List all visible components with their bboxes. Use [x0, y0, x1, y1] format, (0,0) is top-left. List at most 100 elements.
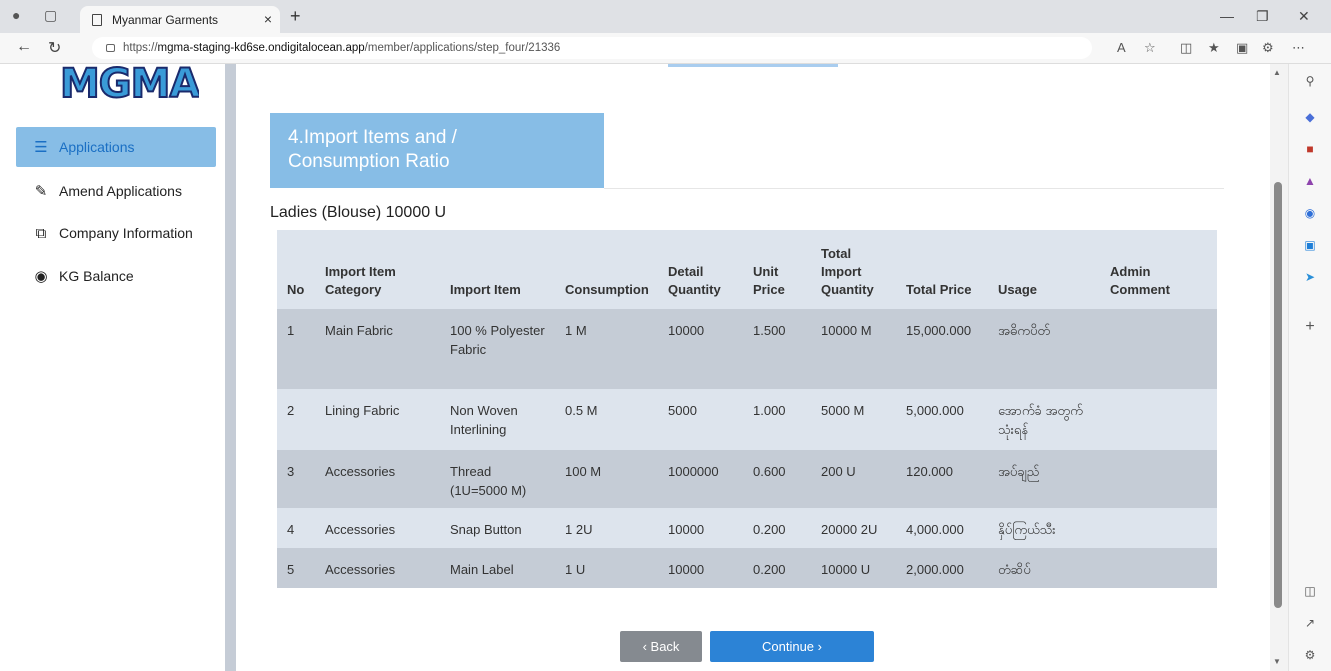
cell-consumption: 0.5 M [555, 389, 658, 450]
cell-usage: အောက်ခံ အတွက်သုံးရန် [988, 389, 1100, 450]
product-heading: Ladies (Blouse) 10000 U [270, 204, 447, 221]
sidebar-item-label: Amend Applications [59, 183, 182, 199]
window-close-icon[interactable]: ✕ [1298, 8, 1310, 25]
pencil-icon: ✎ [34, 183, 48, 200]
cell-item: Non Woven Interlining [440, 389, 555, 450]
table-row: 4 Accessories Snap Button 1 2U 10000 0.2… [277, 508, 1217, 548]
cell-no: 1 [277, 309, 315, 389]
page-icon [92, 13, 102, 26]
cell-item: 100 % Polyester Fabric [440, 309, 555, 389]
cell-unit-price: 1.000 [743, 389, 811, 450]
sidebar-item-label: Company Information [59, 225, 193, 241]
table-header-row: No Import Item Category Import Item Cons… [277, 230, 1217, 309]
header-total-price: Total Price [896, 230, 988, 309]
sidebar-divider [225, 64, 236, 671]
cell-unit-price: 0.200 [743, 508, 811, 548]
settings-icon[interactable]: ⚙ [1303, 648, 1317, 662]
balance-icon: ◉ [34, 268, 48, 285]
cell-consumption: 1 M [555, 309, 658, 389]
search-icon[interactable]: ⚲ [1303, 74, 1317, 88]
browser-sidebar: ⚲ ◆ ■ ▲ ◉ ▣ ➤ + ◫ ↗ ⚙ [1288, 64, 1331, 671]
sidebar-toggle-icon[interactable]: ◫ [1303, 584, 1317, 598]
sidebar-item-applications[interactable]: ☰ Applications [16, 127, 216, 167]
sidebar-item-company-information[interactable]: ⧉ Company Information [16, 213, 216, 253]
step-divider [604, 188, 1224, 189]
sidebar-item-kg-balance[interactable]: ◉ KG Balance [16, 256, 216, 296]
extensions-icon[interactable]: ⚙ [1262, 40, 1274, 56]
shopping-tag-icon[interactable]: ◆ [1303, 110, 1317, 124]
scrollbar-thumb[interactable] [1274, 182, 1282, 608]
cell-admin-comment [1100, 508, 1217, 548]
header-detail-quantity: Detail Quantity [658, 230, 743, 309]
header-import-item-category: Import Item Category [315, 230, 440, 309]
import-items-table: No Import Item Category Import Item Cons… [277, 230, 1217, 588]
refresh-icon[interactable]: ↻ [48, 38, 61, 58]
cell-detail-quantity: 5000 [658, 389, 743, 450]
cell-admin-comment [1100, 309, 1217, 389]
cell-total-import-quantity: 200 U [811, 450, 896, 508]
cell-no: 3 [277, 450, 315, 508]
cell-total-import-quantity: 20000 2U [811, 508, 896, 548]
scroll-up-icon[interactable]: ▲ [1273, 68, 1281, 77]
cell-category: Main Fabric [315, 309, 440, 389]
outlook-icon[interactable]: ▣ [1303, 238, 1317, 252]
progress-stub [668, 64, 838, 67]
cell-usage: အဓိကပိတ် [988, 309, 1100, 389]
favorite-star-icon[interactable]: ☆ [1144, 40, 1156, 56]
header-total-import-quantity: Total Import Quantity [811, 230, 896, 309]
external-link-icon[interactable]: ↗ [1303, 616, 1317, 630]
mgma-logo: MGMA [60, 64, 200, 102]
header-usage: Usage [988, 230, 1100, 309]
cell-usage: တံဆိပ် [988, 548, 1100, 588]
sidebar-item-amend-applications[interactable]: ✎ Amend Applications [16, 171, 216, 211]
continue-button[interactable]: Continue › [710, 631, 874, 662]
cell-category: Accessories [315, 450, 440, 508]
send-icon[interactable]: ➤ [1303, 270, 1317, 284]
cell-item: Thread (1U=5000 M) [440, 450, 555, 508]
sidebar-item-label: KG Balance [59, 268, 134, 284]
cell-detail-quantity: 10000 [658, 548, 743, 588]
more-menu-icon[interactable]: ⋯ [1292, 40, 1305, 56]
office-icon[interactable]: ◉ [1303, 206, 1317, 220]
profile-icon[interactable]: ● [12, 7, 20, 23]
split-screen-icon[interactable]: ◫ [1180, 40, 1192, 56]
browser-tab[interactable]: Myanmar Garments × [80, 6, 280, 33]
url-path: /member/applications/step_four/21336 [364, 42, 561, 54]
url-field[interactable]: https://mgma-staging-kd6se.ondigitalocea… [92, 37, 1092, 59]
cell-consumption: 1 2U [555, 508, 658, 548]
browser-tab-bar: ● ▢ Myanmar Garments × + — ❐ ✕ [0, 0, 1331, 33]
new-tab-button[interactable]: + [290, 6, 301, 27]
tab-actions-icon[interactable]: ▢ [44, 7, 57, 24]
read-aloud-icon[interactable]: A [1117, 40, 1126, 55]
add-tool-icon[interactable]: + [1303, 319, 1317, 335]
cell-item: Main Label [440, 548, 555, 588]
minimize-icon[interactable]: — [1220, 8, 1234, 24]
cell-total-import-quantity: 5000 M [811, 389, 896, 450]
cell-consumption: 1 U [555, 548, 658, 588]
table-row: 2 Lining Fabric Non Woven Interlining 0.… [277, 389, 1217, 450]
collections-icon[interactable]: ▣ [1236, 40, 1248, 56]
scroll-down-icon[interactable]: ▼ [1273, 657, 1281, 666]
step-title-line1: 4.Import Items and / [288, 127, 457, 148]
cell-no: 4 [277, 508, 315, 548]
cell-unit-price: 0.200 [743, 548, 811, 588]
table-row: 3 Accessories Thread (1U=5000 M) 100 M 1… [277, 450, 1217, 508]
header-admin-comment: Admin Comment [1100, 230, 1217, 309]
cell-usage: နှိပ်ကြယ်သီး [988, 508, 1100, 548]
cell-unit-price: 0.600 [743, 450, 811, 508]
cell-total-import-quantity: 10000 U [811, 548, 896, 588]
tools-icon[interactable]: ■ [1303, 142, 1317, 156]
cell-total-import-quantity: 10000 M [811, 309, 896, 389]
restore-icon[interactable]: ❐ [1256, 8, 1269, 25]
cell-consumption: 100 M [555, 450, 658, 508]
back-button[interactable]: ‹ Back [620, 631, 702, 662]
step-title-box: 4.Import Items and / Consumption Ratio [270, 113, 604, 188]
back-nav-icon[interactable]: ← [16, 38, 32, 56]
table-row: 5 Accessories Main Label 1 U 10000 0.200… [277, 548, 1217, 588]
cell-category: Accessories [315, 548, 440, 588]
tab-close-icon[interactable]: × [264, 11, 272, 27]
favorites-icon[interactable]: ★ [1208, 40, 1220, 56]
header-consumption: Consumption [555, 230, 658, 309]
games-icon[interactable]: ▲ [1303, 174, 1317, 188]
copy-icon: ⧉ [35, 224, 47, 242]
